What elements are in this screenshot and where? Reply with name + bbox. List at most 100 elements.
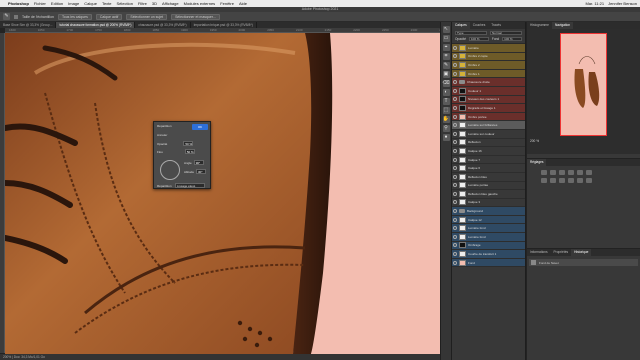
menu-texte[interactable]: Texte	[102, 1, 112, 6]
adjustment-icon[interactable]	[586, 170, 592, 175]
blur-field[interactable]: 50 %	[184, 149, 195, 154]
tab-paths[interactable]: Tracés	[488, 22, 504, 29]
menu-aide[interactable]: Aide	[239, 1, 247, 6]
visibility-eye-icon[interactable]	[453, 71, 457, 76]
visibility-eye-icon[interactable]	[453, 105, 457, 110]
visibility-eye-icon[interactable]	[453, 174, 457, 179]
tool-icon[interactable]: ⌖	[442, 44, 450, 51]
fill-input[interactable]: 100 %	[502, 37, 523, 41]
menu-affichage[interactable]: Affichage	[162, 1, 179, 6]
visibility-eye-icon[interactable]	[453, 191, 457, 196]
visibility-eye-icon[interactable]	[453, 157, 457, 162]
layer-row[interactable]: Ombre 2	[452, 61, 525, 70]
tab-layers[interactable]: Calques	[452, 22, 470, 29]
layer-row[interactable]: Niveaux des couleurs 1	[452, 95, 525, 105]
filter-kind-select[interactable]: Type	[455, 31, 487, 35]
menu-3d[interactable]: 3D	[152, 1, 157, 6]
tool-icon[interactable]: ⬚	[442, 107, 450, 114]
adjustment-icon[interactable]	[541, 170, 547, 175]
navigator-thumbnail[interactable]	[560, 33, 607, 136]
angle-dial[interactable]	[160, 160, 180, 180]
tab-adjustments[interactable]: Réglages	[527, 159, 547, 166]
menu-image[interactable]: Image	[68, 1, 79, 6]
opacity-input[interactable]: 100 %	[469, 37, 489, 41]
altitude-field[interactable]: 30°	[196, 169, 207, 174]
tab-info[interactable]: Informations	[527, 249, 551, 256]
adjustment-icon[interactable]	[568, 178, 574, 183]
tab-history[interactable]: Historique	[571, 249, 592, 256]
visibility-eye-icon[interactable]	[453, 252, 457, 257]
layer-row[interactable]: Fond	[452, 258, 525, 268]
tab-histogram[interactable]: Histogramme	[527, 22, 552, 29]
visibility-eye-icon[interactable]	[453, 97, 457, 102]
visibility-eye-icon[interactable]	[453, 114, 457, 119]
visibility-eye-icon[interactable]	[453, 226, 457, 231]
mode-select[interactable]: Lissage élevé	[175, 183, 205, 188]
tool-icon[interactable]: T	[442, 98, 450, 105]
sample-checkbox[interactable]	[14, 14, 18, 19]
opacity-field[interactable]: 50 %	[183, 141, 194, 146]
user-name[interactable]: Jennifer Benson	[608, 1, 637, 6]
active-layer-button[interactable]: Calque actif	[95, 13, 123, 20]
layer-row[interactable]: Lumière sur couleur	[452, 130, 525, 139]
menu-fenetre[interactable]: Fenêtre	[220, 1, 234, 6]
visibility-eye-icon[interactable]	[453, 131, 457, 136]
visibility-eye-icon[interactable]	[453, 45, 457, 50]
layer-row[interactable]: Réflexion bleu	[452, 173, 525, 182]
visibility-eye-icon[interactable]	[453, 123, 457, 128]
visibility-eye-icon[interactable]	[453, 62, 457, 67]
visibility-eye-icon[interactable]	[453, 260, 457, 265]
tool-icon[interactable]: ●	[442, 134, 450, 141]
visibility-eye-icon[interactable]	[453, 183, 457, 188]
visibility-eye-icon[interactable]	[453, 54, 457, 59]
tab-navigator[interactable]: Navigation	[551, 22, 574, 29]
select-subject-button[interactable]: Sélectionner un sujet	[126, 13, 168, 20]
tool-icon[interactable]: ⌫	[442, 80, 450, 87]
all-layers-button[interactable]: Tous les calques	[58, 13, 92, 20]
layer-row[interactable]: Calque 12	[452, 215, 525, 225]
tool-icon[interactable]: ⚲	[442, 125, 450, 132]
menu-filtre[interactable]: Filtre	[138, 1, 147, 6]
tool-icon[interactable]: ✎	[442, 62, 450, 69]
adjustment-icon[interactable]	[568, 170, 574, 175]
tool-icon[interactable]: ◐	[442, 89, 450, 96]
visibility-eye-icon[interactable]	[453, 234, 457, 239]
navigator-zoom[interactable]: 200 %	[530, 139, 539, 143]
layer-row[interactable]: Background	[452, 207, 525, 216]
visibility-eye-icon[interactable]	[453, 80, 457, 85]
menu-calque[interactable]: Calque	[84, 1, 97, 6]
tab-channels[interactable]: Couches	[470, 22, 489, 29]
adjustment-icon[interactable]	[577, 170, 583, 175]
document-canvas[interactable]	[5, 33, 440, 354]
menu-edition[interactable]: Edition	[51, 1, 63, 6]
layer-row[interactable]: Lumière	[452, 44, 525, 53]
layer-row[interactable]: Ombre 1	[452, 69, 525, 79]
layer-row[interactable]: Calque 16	[452, 147, 525, 156]
layer-row[interactable]: Courbe de transfert 1	[452, 250, 525, 259]
adjustment-icon[interactable]	[559, 178, 565, 183]
ok-button[interactable]: OK	[192, 124, 208, 130]
layer-row[interactable]: Ombre 2 copie	[452, 52, 525, 62]
menu-modules[interactable]: Modules externes	[184, 1, 216, 6]
visibility-eye-icon[interactable]	[453, 209, 457, 214]
layer-row[interactable]: Réflexion bleu gauche	[452, 190, 525, 199]
layer-row[interactable]: Lumière fond	[452, 233, 525, 242]
adjustment-icon[interactable]	[577, 178, 583, 183]
tool-icon[interactable]: ↖	[442, 26, 450, 33]
menu-selection[interactable]: Sélection	[117, 1, 133, 6]
adjustment-icon[interactable]	[541, 178, 547, 183]
visibility-eye-icon[interactable]	[453, 148, 457, 153]
layer-row[interactable]: Dégradé et lissage 1	[452, 104, 525, 113]
quick-selection-tool-icon[interactable]: ✎	[3, 13, 10, 20]
layer-row[interactable]: Réflexion	[452, 139, 525, 148]
tool-icon[interactable]: ✋	[442, 116, 450, 123]
visibility-eye-icon[interactable]	[453, 200, 457, 205]
angle-field[interactable]: 90°	[193, 160, 204, 165]
tool-icon[interactable]: ▭	[442, 35, 450, 42]
select-and-mask-button[interactable]: Sélectionner et masquer...	[171, 13, 220, 20]
blend-mode-select[interactable]: Normal	[490, 31, 522, 35]
visibility-eye-icon[interactable]	[453, 166, 457, 171]
tool-icon[interactable]: ⌗	[442, 53, 450, 60]
layer-row[interactable]: Calque 3	[452, 199, 525, 208]
adjustment-icon[interactable]	[586, 178, 592, 183]
